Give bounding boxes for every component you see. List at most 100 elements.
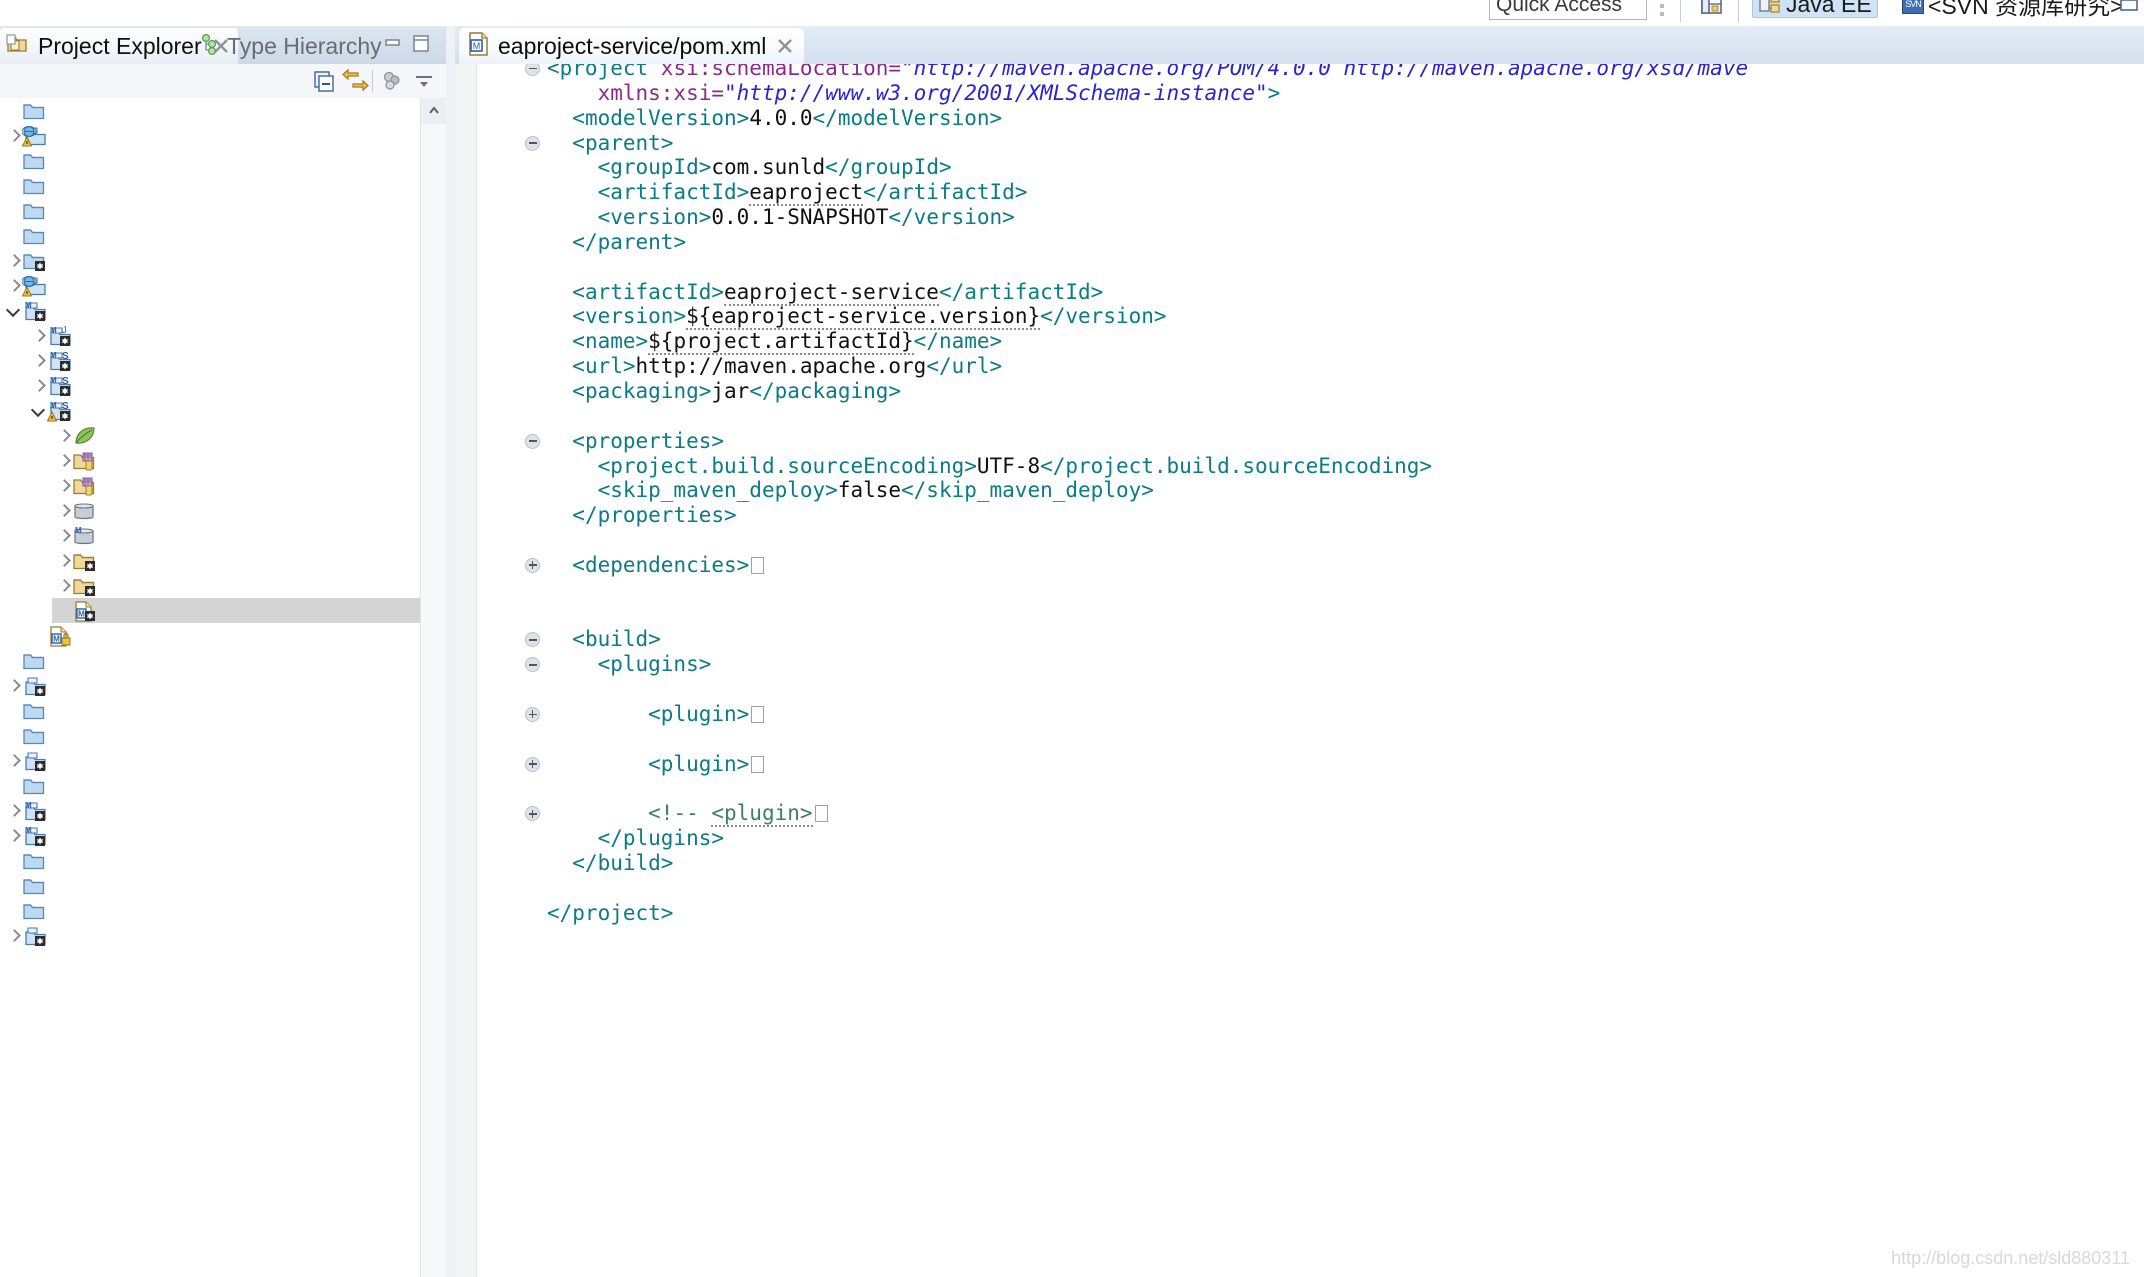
fold-expand-icon[interactable] — [525, 756, 540, 772]
code-line[interactable]: <name>${project.artifactId}</name> — [455, 329, 2144, 356]
code-line[interactable]: <project xsi:schemaLocation="http://mave… — [455, 64, 2144, 81]
code-line[interactable]: <properties> — [455, 429, 2144, 454]
tree-item-eaproject-api[interactable]: MJ — [0, 323, 420, 348]
code-line[interactable]: <groupId>com.sunld</groupId> — [455, 155, 2144, 180]
tree-item-maven-dependencies[interactable]: M — [0, 523, 420, 548]
expand-arrow-icon[interactable] — [56, 423, 72, 448]
tree-item-hibernatesource[interactable] — [0, 673, 420, 698]
tree-item-src[interactable] — [0, 548, 420, 573]
code-line[interactable]: <plugin> — [455, 702, 2144, 727]
expand-arrow-icon[interactable] — [6, 823, 22, 848]
tree-item-jre-system-library[interactable] — [0, 498, 420, 523]
scroll-up-icon[interactable] — [421, 98, 446, 124]
tree-item-kaoqin[interactable] — [0, 748, 420, 773]
collapse-arrow-icon[interactable] — [31, 398, 47, 423]
project-tree[interactable]: MMJMSMSMSMMMMM — [0, 98, 420, 1277]
code-line[interactable]: </project> — [455, 901, 2144, 926]
tree-item-jtcmp[interactable] — [0, 723, 420, 748]
expand-arrow-icon[interactable] — [31, 373, 47, 398]
tree-item-[interactable] — [0, 98, 420, 123]
code-line[interactable]: <!-- <plugin> — [455, 801, 2144, 828]
tree-item-learning[interactable] — [0, 773, 420, 798]
code-line[interactable] — [455, 876, 2144, 901]
restore-window-icon[interactable] — [2118, 0, 2140, 14]
expand-arrow-icon[interactable] — [31, 348, 47, 373]
tree-item-eaproject-rest[interactable]: MS — [0, 373, 420, 398]
view-menu-icon[interactable] — [410, 67, 438, 95]
tree-item-pom-xml[interactable]: M — [0, 623, 420, 648]
code-line[interactable]: <skip_maven_deploy>false</skip_maven_dep… — [455, 478, 2144, 503]
toolbar-drag-handle[interactable] — [1660, 0, 1664, 20]
tree-item-eaproject-service[interactable]: MS — [0, 398, 420, 423]
expand-arrow-icon[interactable] — [6, 798, 22, 823]
collapse-arrow-icon[interactable] — [6, 298, 22, 323]
code-line[interactable]: <artifactId>eaproject</artifactId> — [455, 180, 2144, 207]
code-line[interactable]: </parent> — [455, 230, 2144, 255]
collapse-all-icon[interactable] — [310, 67, 338, 95]
code-line[interactable]: <plugin> — [455, 752, 2144, 777]
tree-item-dubbo-resource[interactable] — [0, 248, 420, 273]
perspective-java-ee[interactable]: Java EE — [1752, 0, 1878, 18]
collapsed-region-box[interactable] — [814, 805, 828, 823]
code-line[interactable]: <version>0.0.1-SNAPSHOT</version> — [455, 205, 2144, 230]
open-perspective-icon[interactable] — [1699, 0, 1725, 16]
tree-item-eaproject-config[interactable]: MS — [0, 348, 420, 373]
quick-access-input[interactable]: Quick Access — [1489, 0, 1647, 20]
code-line[interactable]: </plugins> — [455, 826, 2144, 851]
tree-item-spring-elements[interactable] — [0, 423, 420, 448]
maximize-view-icon[interactable] — [410, 34, 432, 52]
code-line[interactable]: <url>http://maven.apache.org</url> — [455, 354, 2144, 379]
tree-item-acesure[interactable] — [0, 148, 420, 173]
minimize-view-icon[interactable] — [382, 34, 404, 52]
fold-collapse-icon[interactable] — [525, 135, 540, 151]
tree-item-mybatis-spring[interactable] — [0, 873, 420, 898]
tree-item-merrok[interactable] — [0, 848, 420, 873]
tree-item-crowdfund-yundao-admin[interactable] — [0, 173, 420, 198]
code-line[interactable] — [455, 528, 2144, 553]
link-with-editor-icon[interactable] — [342, 67, 370, 95]
expand-arrow-icon[interactable] — [56, 573, 72, 598]
code-line[interactable] — [455, 776, 2144, 801]
tree-item-src-main-java[interactable] — [0, 448, 420, 473]
collapsed-region-box[interactable] — [751, 705, 765, 723]
tree-item-eaproject[interactable]: M — [0, 298, 420, 323]
expand-arrow-icon[interactable] — [56, 473, 72, 498]
fold-collapse-icon[interactable] — [525, 433, 540, 449]
expand-arrow-icon[interactable] — [56, 498, 72, 523]
tree-item-src-test-java[interactable] — [0, 473, 420, 498]
tab-type-hierarchy[interactable]: Type Hierarchy — [193, 28, 390, 64]
code-editor[interactable]: <project xsi:schemaLocation="http://mave… — [455, 64, 2144, 1277]
fold-collapse-icon[interactable] — [525, 657, 540, 673]
collapsed-region-box[interactable] — [751, 755, 765, 773]
tree-item-crowdfund-yundao-core[interactable] — [0, 198, 420, 223]
code-line[interactable] — [455, 255, 2144, 280]
code-line[interactable] — [455, 404, 2144, 429]
focus-on-active-task-icon[interactable] — [378, 67, 406, 95]
expand-arrow-icon[interactable] — [31, 323, 47, 348]
expand-arrow-icon[interactable] — [56, 548, 72, 573]
expand-arrow-icon[interactable] — [6, 248, 22, 273]
tree-item-manager-parent[interactable]: M — [0, 823, 420, 848]
code-line[interactable]: <dependencies> — [455, 553, 2144, 578]
code-line[interactable]: xmlns:xsi="http://www.w3.org/2001/XMLSch… — [455, 81, 2144, 106]
tree-item-mybatis3src[interactable] — [0, 898, 420, 923]
tree-item-aceadmin[interactable] — [0, 123, 420, 148]
code-line[interactable]: <modelVersion>4.0.0</modelVersion> — [455, 106, 2144, 131]
code-line[interactable]: <plugins> — [455, 652, 2144, 677]
collapsed-region-box[interactable] — [751, 556, 765, 574]
code-line[interactable] — [455, 727, 2144, 752]
expand-arrow-icon[interactable] — [56, 448, 72, 473]
expand-arrow-icon[interactable] — [6, 273, 22, 298]
tree-item-jeeframework[interactable] — [0, 698, 420, 723]
panel-sash[interactable] — [446, 26, 455, 1277]
fold-expand-icon[interactable] — [525, 706, 540, 722]
tab-eaproject-service-pom-xml[interactable]: M eaproject-service/pom.xml — [459, 28, 805, 64]
fold-collapse-icon[interactable] — [525, 632, 540, 648]
code-line[interactable]: <parent> — [455, 131, 2144, 156]
tree-item-crowdfund-yundao-web[interactable] — [0, 223, 420, 248]
tree-item-dwz-springmvc[interactable] — [0, 273, 420, 298]
expand-arrow-icon[interactable] — [6, 923, 22, 948]
expand-arrow-icon[interactable] — [6, 748, 22, 773]
tree-item-pom-xml[interactable]: M — [0, 598, 420, 623]
tree-vertical-scrollbar[interactable] — [420, 98, 446, 1277]
